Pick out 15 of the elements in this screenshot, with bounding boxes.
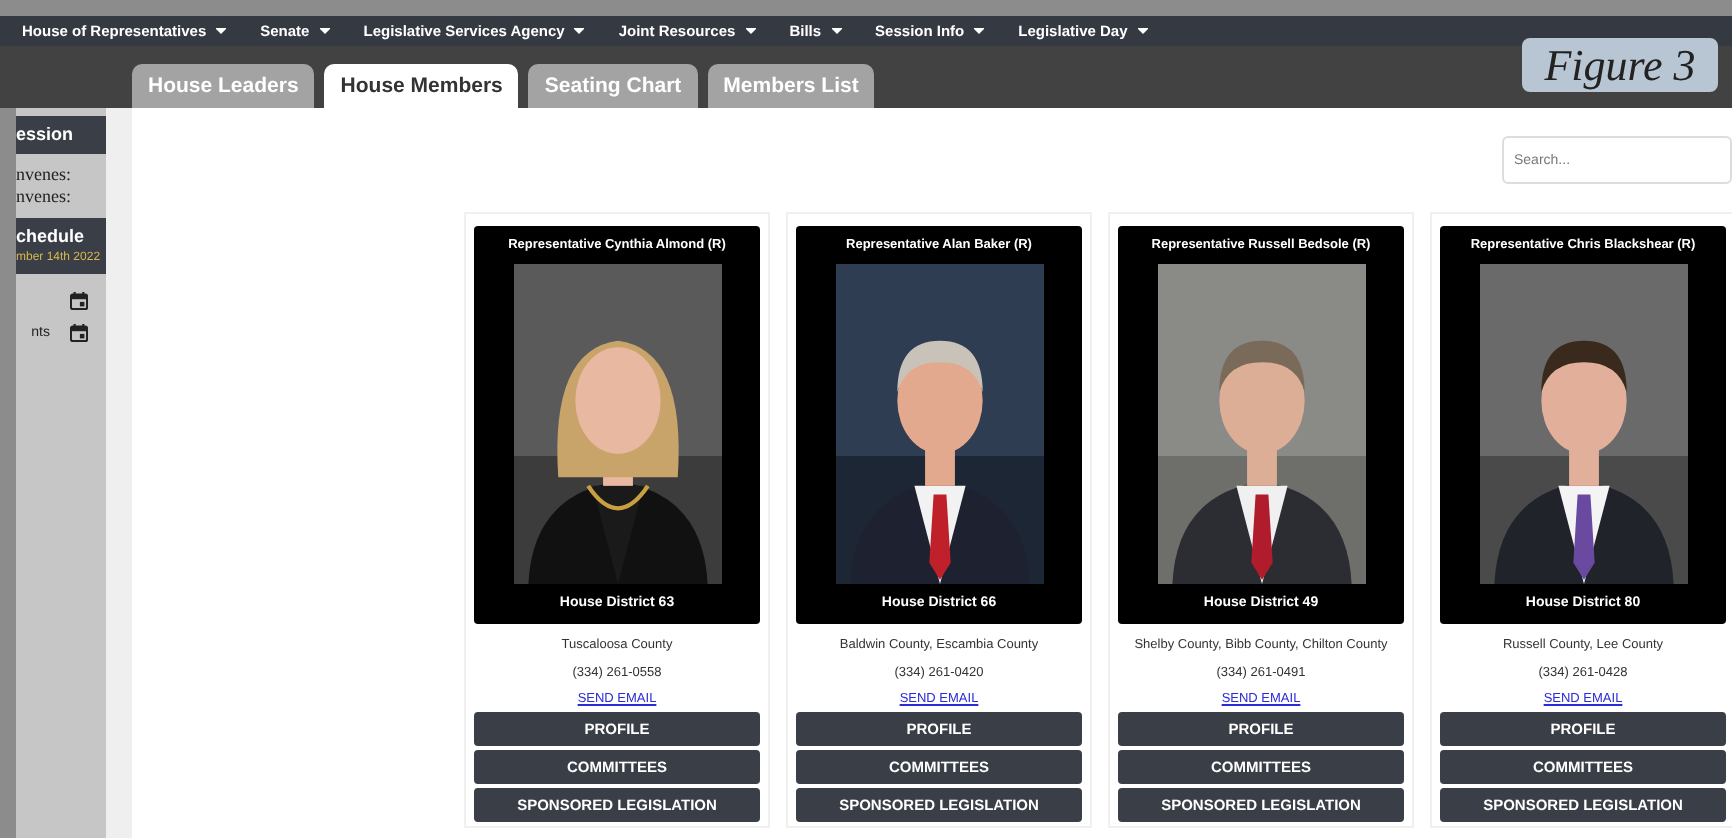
caret-icon <box>216 28 227 34</box>
sidebar-text: nvenes: <box>16 186 73 208</box>
caret-icon <box>745 28 756 34</box>
caret-icon <box>319 28 330 34</box>
sidebar-heading: chedule <box>16 226 87 246</box>
caret-icon <box>974 28 985 34</box>
caret-icon <box>831 28 842 34</box>
caret-icon <box>1137 28 1148 34</box>
calendar-icon <box>70 291 88 309</box>
calendar-icon <box>70 323 88 341</box>
caret-icon <box>574 28 585 34</box>
tab[interactable]: House Members <box>324 64 519 108</box>
sidebar-text: nvenes: <box>16 164 73 186</box>
sidebar-heading: ession <box>16 124 76 144</box>
figure-label: Figure 3 <box>1522 38 1718 92</box>
